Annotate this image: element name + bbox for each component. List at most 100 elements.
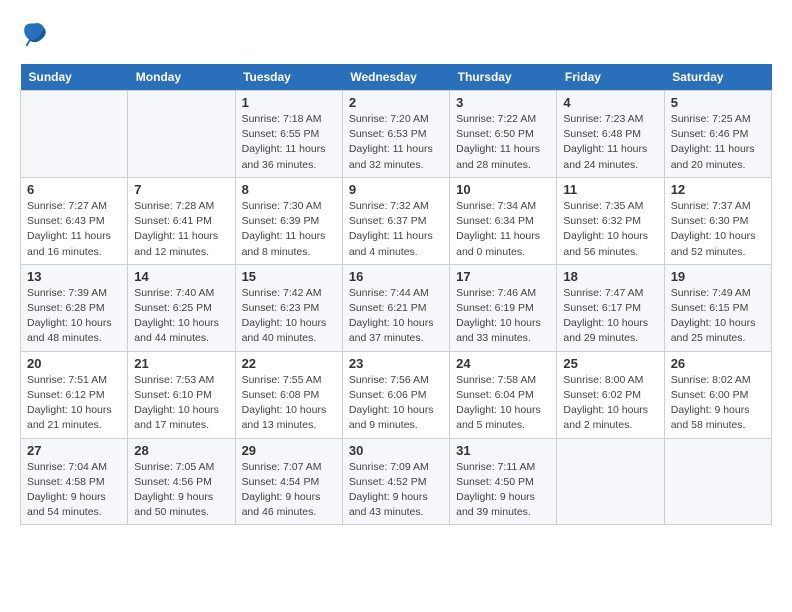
col-header-sunday: Sunday [21,64,128,91]
day-number: 25 [563,356,657,371]
calendar-cell: 18 Sunrise: 7:47 AM Sunset: 6:17 PM Dayli… [557,264,664,351]
calendar-week-row: 13 Sunrise: 7:39 AM Sunset: 6:28 PM Dayli… [21,264,772,351]
calendar-cell: 25 Sunrise: 8:00 AM Sunset: 6:02 PM Dayli… [557,351,664,438]
day-info: Sunrise: 7:39 AM Sunset: 6:28 PM Dayligh… [27,286,121,347]
calendar-cell: 28Sunrise: 7:05 AM Sunset: 4:56 PM Dayli… [128,438,235,525]
day-info: Sunrise: 7:51 AM Sunset: 6:12 PM Dayligh… [27,373,121,434]
calendar-cell [21,91,128,178]
calendar-cell: 5 Sunrise: 7:25 AM Sunset: 6:46 PM Daylig… [664,91,771,178]
day-number: 18 [563,269,657,284]
day-info: Sunrise: 7:58 AM Sunset: 6:04 PM Dayligh… [456,373,550,434]
day-info: Sunrise: 7:09 AM Sunset: 4:52 PM Dayligh… [349,460,443,521]
calendar-cell: 26Sunrise: 8:02 AM Sunset: 6:00 PM Dayli… [664,351,771,438]
day-number: 3 [456,95,550,110]
calendar-cell: 24Sunrise: 7:58 AM Sunset: 6:04 PM Dayli… [450,351,557,438]
col-header-friday: Friday [557,64,664,91]
day-number: 19 [671,269,765,284]
day-number: 15 [242,269,336,284]
day-info: Sunrise: 7:05 AM Sunset: 4:56 PM Dayligh… [134,460,228,521]
day-number: 1 [242,95,336,110]
calendar-cell: 10 Sunrise: 7:34 AM Sunset: 6:34 PM Dayli… [450,177,557,264]
logo [20,20,50,48]
day-number: 13 [27,269,121,284]
day-number: 11 [563,182,657,197]
day-info: Sunrise: 7:44 AM Sunset: 6:21 PM Dayligh… [349,286,443,347]
calendar-cell: 27 Sunrise: 7:04 AM Sunset: 4:58 PM Dayli… [21,438,128,525]
calendar-cell: 21Sunrise: 7:53 AM Sunset: 6:10 PM Dayli… [128,351,235,438]
day-info: Sunrise: 8:00 AM Sunset: 6:02 PM Dayligh… [563,373,657,434]
day-info: Sunrise: 7:47 AM Sunset: 6:17 PM Dayligh… [563,286,657,347]
day-info: Sunrise: 7:11 AM Sunset: 4:50 PM Dayligh… [456,460,550,521]
calendar-cell: 9 Sunrise: 7:32 AM Sunset: 6:37 PM Daylig… [342,177,449,264]
calendar-cell [664,438,771,525]
calendar-cell: 23Sunrise: 7:56 AM Sunset: 6:06 PM Dayli… [342,351,449,438]
day-info: Sunrise: 7:42 AM Sunset: 6:23 PM Dayligh… [242,286,336,347]
day-info: Sunrise: 7:35 AM Sunset: 6:32 PM Dayligh… [563,199,657,260]
calendar-week-row: 27 Sunrise: 7:04 AM Sunset: 4:58 PM Dayli… [21,438,772,525]
day-number: 4 [563,95,657,110]
day-info: Sunrise: 7:49 AM Sunset: 6:15 PM Dayligh… [671,286,765,347]
calendar-cell: 16 Sunrise: 7:44 AM Sunset: 6:21 PM Dayli… [342,264,449,351]
calendar-week-row: 6Sunrise: 7:27 AM Sunset: 6:43 PM Daylig… [21,177,772,264]
calendar-week-row: 1 Sunrise: 7:18 AM Sunset: 6:55 PM Daylig… [21,91,772,178]
day-number: 12 [671,182,765,197]
calendar-cell: 2Sunrise: 7:20 AM Sunset: 6:53 PM Daylig… [342,91,449,178]
calendar-header-row: SundayMondayTuesdayWednesdayThursdayFrid… [21,64,772,91]
calendar-cell: 8 Sunrise: 7:30 AM Sunset: 6:39 PM Daylig… [235,177,342,264]
calendar-cell: 22Sunrise: 7:55 AM Sunset: 6:08 PM Dayli… [235,351,342,438]
calendar-cell: 3Sunrise: 7:22 AM Sunset: 6:50 PM Daylig… [450,91,557,178]
day-info: Sunrise: 8:02 AM Sunset: 6:00 PM Dayligh… [671,373,765,434]
day-number: 10 [456,182,550,197]
day-info: Sunrise: 7:32 AM Sunset: 6:37 PM Dayligh… [349,199,443,260]
logo-icon [20,20,48,48]
col-header-saturday: Saturday [664,64,771,91]
day-info: Sunrise: 7:40 AM Sunset: 6:25 PM Dayligh… [134,286,228,347]
page-header [20,20,772,48]
day-info: Sunrise: 7:37 AM Sunset: 6:30 PM Dayligh… [671,199,765,260]
calendar-cell: 13 Sunrise: 7:39 AM Sunset: 6:28 PM Dayli… [21,264,128,351]
col-header-thursday: Thursday [450,64,557,91]
day-number: 2 [349,95,443,110]
day-info: Sunrise: 7:04 AM Sunset: 4:58 PM Dayligh… [27,460,121,521]
calendar-cell: 12 Sunrise: 7:37 AM Sunset: 6:30 PM Dayli… [664,177,771,264]
calendar-cell: 15 Sunrise: 7:42 AM Sunset: 6:23 PM Dayli… [235,264,342,351]
calendar-cell: 31 Sunrise: 7:11 AM Sunset: 4:50 PM Dayli… [450,438,557,525]
day-number: 7 [134,182,228,197]
day-number: 16 [349,269,443,284]
calendar-week-row: 20 Sunrise: 7:51 AM Sunset: 6:12 PM Dayli… [21,351,772,438]
calendar-cell: 14 Sunrise: 7:40 AM Sunset: 6:25 PM Dayli… [128,264,235,351]
day-number: 20 [27,356,121,371]
calendar-cell: 7Sunrise: 7:28 AM Sunset: 6:41 PM Daylig… [128,177,235,264]
calendar-table: SundayMondayTuesdayWednesdayThursdayFrid… [20,64,772,525]
day-info: Sunrise: 7:18 AM Sunset: 6:55 PM Dayligh… [242,112,336,173]
day-info: Sunrise: 7:07 AM Sunset: 4:54 PM Dayligh… [242,460,336,521]
day-info: Sunrise: 7:30 AM Sunset: 6:39 PM Dayligh… [242,199,336,260]
day-info: Sunrise: 7:34 AM Sunset: 6:34 PM Dayligh… [456,199,550,260]
col-header-wednesday: Wednesday [342,64,449,91]
day-info: Sunrise: 7:25 AM Sunset: 6:46 PM Dayligh… [671,112,765,173]
day-info: Sunrise: 7:46 AM Sunset: 6:19 PM Dayligh… [456,286,550,347]
day-number: 31 [456,443,550,458]
calendar-cell: 20 Sunrise: 7:51 AM Sunset: 6:12 PM Dayli… [21,351,128,438]
day-number: 8 [242,182,336,197]
calendar-cell: 1 Sunrise: 7:18 AM Sunset: 6:55 PM Daylig… [235,91,342,178]
day-number: 6 [27,182,121,197]
day-number: 14 [134,269,228,284]
day-number: 23 [349,356,443,371]
calendar-cell: 17 Sunrise: 7:46 AM Sunset: 6:19 PM Dayli… [450,264,557,351]
day-number: 9 [349,182,443,197]
calendar-cell: 30 Sunrise: 7:09 AM Sunset: 4:52 PM Dayli… [342,438,449,525]
calendar-cell: 19 Sunrise: 7:49 AM Sunset: 6:15 PM Dayli… [664,264,771,351]
calendar-cell: 11 Sunrise: 7:35 AM Sunset: 6:32 PM Dayli… [557,177,664,264]
day-number: 17 [456,269,550,284]
calendar-body: 1 Sunrise: 7:18 AM Sunset: 6:55 PM Daylig… [21,91,772,525]
day-number: 27 [27,443,121,458]
calendar-cell: 6Sunrise: 7:27 AM Sunset: 6:43 PM Daylig… [21,177,128,264]
day-number: 29 [242,443,336,458]
calendar-cell: 4Sunrise: 7:23 AM Sunset: 6:48 PM Daylig… [557,91,664,178]
day-number: 5 [671,95,765,110]
day-number: 30 [349,443,443,458]
day-info: Sunrise: 7:53 AM Sunset: 6:10 PM Dayligh… [134,373,228,434]
day-number: 22 [242,356,336,371]
col-header-monday: Monday [128,64,235,91]
